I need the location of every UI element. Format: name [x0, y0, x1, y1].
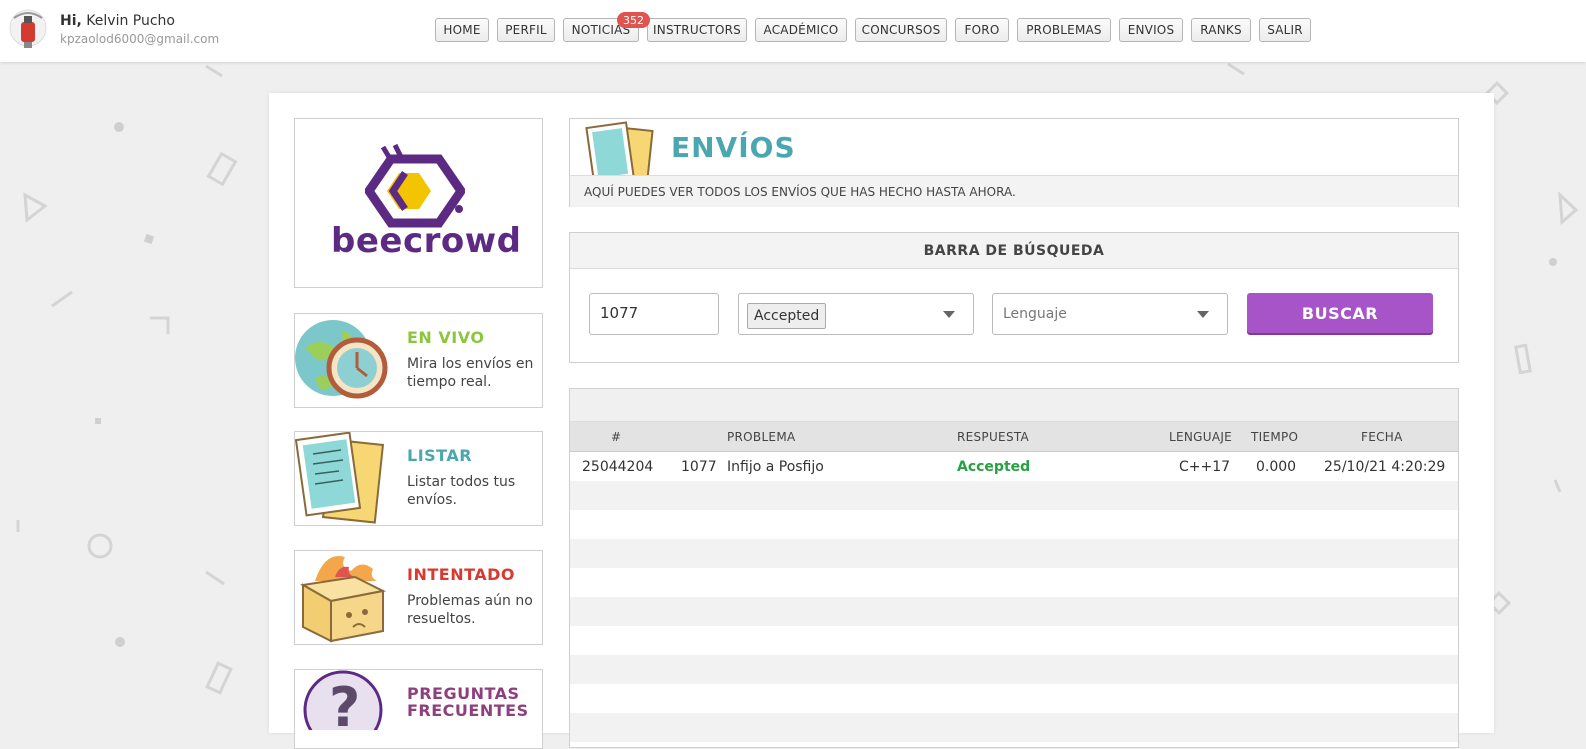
table-row[interactable]: 25044204 1077 Infijo a Posfijo Accepted …: [570, 452, 1458, 481]
envios-header: ENVÍOS AQUÍ PUEDES VER TODOS LOS ENVÍOS …: [569, 118, 1459, 207]
top-bar: Hi, Kelvin Pucho kpzaolod6000@gmail.com …: [0, 0, 1586, 62]
nav-problemas[interactable]: PROBLEMAS: [1017, 18, 1111, 42]
sidebar-item-intentado[interactable]: INTENTADO Problemas aún no resueltos.: [294, 550, 543, 645]
sidebar-item-en-vivo[interactable]: EN VIVO Mira los envíos en tiempo real.: [294, 313, 543, 408]
logo-text: beecrowd: [331, 221, 522, 261]
nav-perfil[interactable]: PERFIL: [497, 18, 555, 42]
header-problema[interactable]: PROBLEMA: [727, 430, 795, 444]
results-table: # PROBLEMA RESPUESTA LENGUAJE TIEMPO FEC…: [569, 388, 1459, 748]
page-title: ENVÍOS: [671, 131, 796, 164]
question-icon: ?: [303, 670, 383, 730]
sidebar-item-preguntas[interactable]: ? PREGUNTAS FRECUENTES: [294, 669, 543, 749]
bee-logo-icon: [365, 143, 465, 228]
papers-icon: [295, 432, 385, 524]
nav-home[interactable]: HOME: [435, 18, 489, 42]
user-greeting: Hi, Kelvin Pucho: [60, 13, 175, 29]
language-select[interactable]: Lenguaje: [992, 293, 1228, 335]
chevron-down-icon[interactable]: [943, 311, 955, 318]
nav-foro[interactable]: FORO: [955, 18, 1009, 42]
news-badge: 352: [617, 12, 650, 28]
user-email: kpzaolod6000@gmail.com: [60, 32, 220, 46]
header-fecha[interactable]: FECHA: [1361, 430, 1403, 444]
table-header: # PROBLEMA RESPUESTA LENGUAJE TIEMPO FEC…: [570, 422, 1458, 452]
burning-box-icon: [300, 556, 387, 643]
user-name: Kelvin Pucho: [86, 13, 175, 29]
header-tiempo[interactable]: TIEMPO: [1251, 430, 1298, 444]
svg-text:?: ?: [329, 676, 360, 730]
nav-academico[interactable]: ACADÉMICO: [755, 18, 847, 42]
header-id[interactable]: #: [611, 430, 621, 444]
logo-panel[interactable]: beecrowd: [294, 118, 543, 288]
papers-icon: [585, 121, 654, 175]
sidebar-title: PREGUNTAS FRECUENTES: [407, 684, 529, 720]
language-placeholder: Lenguaje: [1003, 306, 1067, 322]
nav-concursos[interactable]: CONCURSOS: [855, 18, 947, 42]
sidebar-desc: Mira los envíos en tiempo real.: [407, 356, 534, 390]
problem-input[interactable]: 1077: [589, 293, 719, 335]
nav-ranks[interactable]: RANKS: [1191, 18, 1251, 42]
empty-row: [570, 655, 1458, 684]
cell-date: 25/10/21 4:20:29: [1324, 459, 1446, 475]
avatar[interactable]: [8, 8, 48, 52]
globe-clock-icon: [295, 320, 388, 399]
empty-row: [570, 626, 1458, 655]
header-lenguaje[interactable]: LENGUAJE: [1169, 430, 1232, 444]
empty-row: [570, 684, 1458, 713]
cell-problem-id[interactable]: 1077: [681, 459, 717, 475]
nav-instructors[interactable]: INSTRUCTORS: [647, 18, 747, 42]
sidebar-desc: Listar todos tus envíos.: [407, 474, 516, 508]
greeting-prefix: Hi,: [60, 13, 82, 29]
main-card: beecrowd EN VIVO Mira los envíos en tiem…: [269, 93, 1494, 749]
cell-language: C++17: [1179, 459, 1231, 475]
chevron-down-icon[interactable]: [1197, 311, 1209, 318]
sidebar-item-listar[interactable]: LISTAR Listar todos tus envíos.: [294, 431, 543, 526]
empty-row: [570, 539, 1458, 568]
buscar-button[interactable]: BUSCAR: [1247, 293, 1433, 333]
sidebar-title: LISTAR: [407, 446, 473, 465]
search-panel: BARRA DE BÚSQUEDA 1077 Accepted Lenguaje…: [569, 232, 1459, 363]
cell-id[interactable]: 25044204: [582, 459, 653, 475]
nav-envios[interactable]: ENVIOS: [1119, 18, 1183, 42]
table-toolbar: [570, 389, 1458, 422]
sidebar-title: EN VIVO: [407, 328, 485, 347]
empty-row: [570, 568, 1458, 597]
sidebar-desc: Problemas aún no resueltos.: [407, 593, 533, 627]
cell-problem[interactable]: Infijo a Posfijo: [727, 459, 824, 475]
cell-time: 0.000: [1256, 459, 1297, 475]
sidebar-title: INTENTADO: [407, 565, 516, 584]
search-title: BARRA DE BÚSQUEDA: [570, 233, 1458, 269]
empty-row: [570, 597, 1458, 626]
answer-select[interactable]: Accepted: [738, 293, 974, 335]
empty-row: [570, 481, 1458, 510]
cell-answer[interactable]: Accepted: [957, 459, 1030, 475]
header-respuesta[interactable]: RESPUESTA: [957, 430, 1029, 444]
page-subtitle: AQUÍ PUEDES VER TODOS LOS ENVÍOS QUE HAS…: [570, 175, 1458, 207]
selected-answer-chip[interactable]: Accepted: [747, 303, 827, 329]
nav-salir[interactable]: SALIR: [1259, 18, 1311, 42]
empty-row: [570, 510, 1458, 539]
